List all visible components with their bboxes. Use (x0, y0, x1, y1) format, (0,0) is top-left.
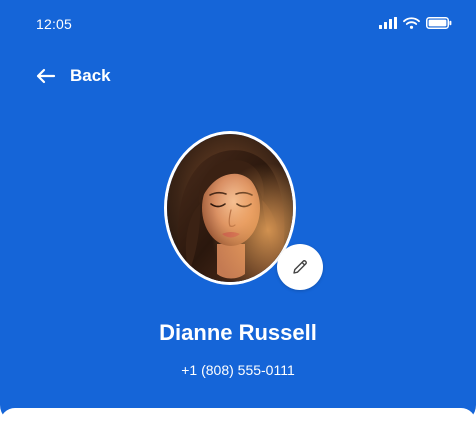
status-icons (379, 17, 452, 29)
pencil-icon (293, 260, 307, 274)
arrow-left-icon (36, 68, 56, 84)
back-label: Back (70, 66, 111, 85)
profile-phone: +1 (808) 555-0111 (181, 362, 295, 378)
edit-avatar-button[interactable] (277, 244, 323, 290)
wifi-icon (403, 17, 420, 29)
avatar-container (164, 131, 323, 291)
signal-icon (379, 17, 397, 29)
profile-name: Dianne Russell (159, 320, 317, 345)
back-button[interactable]: Back (36, 66, 111, 86)
battery-icon (426, 17, 452, 29)
content-surface (0, 408, 476, 423)
avatar (164, 131, 296, 285)
profile-screen: 12:05 Back Dianne Russell +1 (808) 555-0… (0, 0, 476, 423)
status-time: 12:05 (36, 16, 73, 32)
status-bar: 12:05 (0, 0, 476, 40)
avatar-portrait (167, 134, 293, 282)
